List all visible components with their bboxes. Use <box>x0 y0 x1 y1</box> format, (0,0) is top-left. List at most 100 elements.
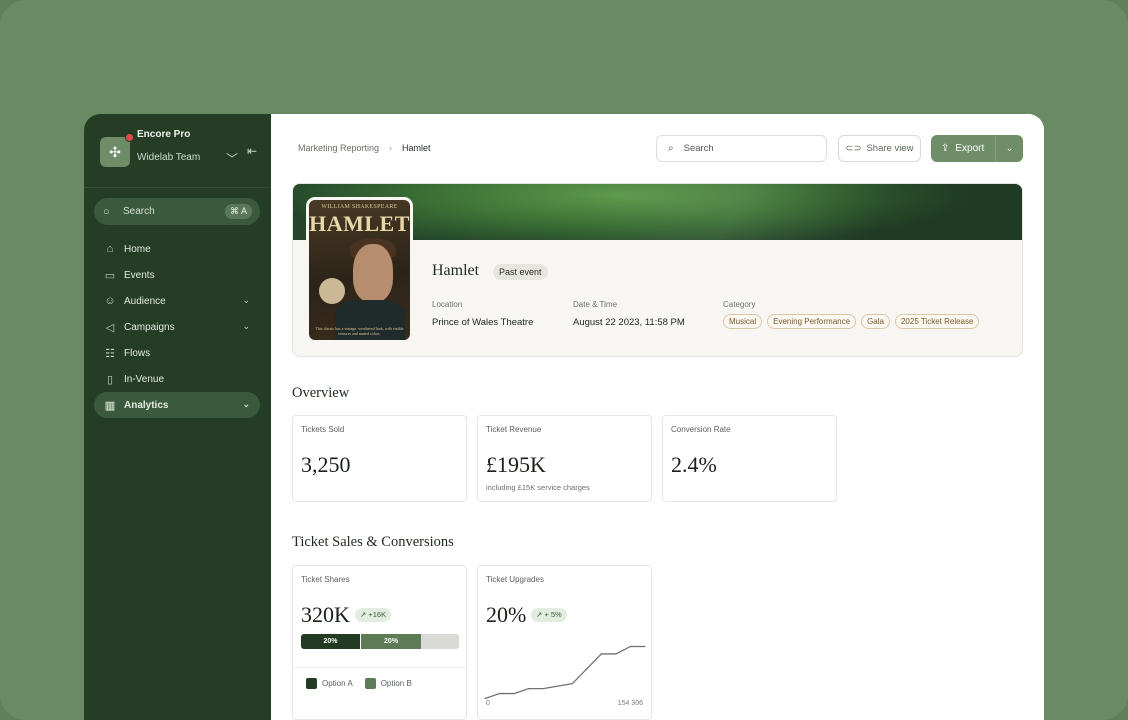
upload-icon: ⇪ <box>941 143 950 154</box>
data-point <box>629 645 632 648</box>
data-point <box>571 683 573 685</box>
sidebar-item-events[interactable]: ▭ Events <box>94 262 260 288</box>
sidebar-item-campaigns[interactable]: ◁ Campaigns ⌄ <box>94 314 260 340</box>
sidebar-item-in-venue[interactable]: ▯ In-Venue <box>94 366 260 392</box>
chevron-down-icon[interactable]: ⌄ <box>242 295 250 306</box>
export-label: Export <box>955 143 985 154</box>
sidebar-search-label: Search <box>123 206 155 217</box>
team-switcher[interactable]: ✣ Encore Pro Widelab Team ﹀ <box>100 128 260 168</box>
x-axis-end-label: 154 306 <box>617 700 643 707</box>
sidebar-item-label: Flows <box>124 347 151 359</box>
export-button[interactable]: ⇪ Export ⌄ <box>931 135 1023 162</box>
sidebar-item-flows[interactable]: ☷ Flows <box>94 340 260 366</box>
chart-icon: ▥ <box>104 399 116 412</box>
bar-segment-option-a: 20% <box>301 634 362 649</box>
chevron-down-icon[interactable]: ⌄ <box>996 143 1023 154</box>
export-main[interactable]: ⇪ Export <box>931 135 996 162</box>
legend-item: Option B <box>364 678 412 689</box>
calendar-icon: ▭ <box>104 269 116 282</box>
poster-tagline: This classic has a vintage, weathered lo… <box>315 326 404 336</box>
collapse-sidebar-icon[interactable]: ⇤ <box>247 144 257 158</box>
team-subtitle: Widelab Team <box>137 152 201 163</box>
category-tag[interactable]: Musical <box>723 314 763 329</box>
main-content: Marketing Reporting › Hamlet ⌕ Search ⊂⊃… <box>271 114 1044 720</box>
poster-figure-body <box>335 300 405 340</box>
chevron-right-icon: › <box>389 143 393 153</box>
background-frame: ✣ Encore Pro Widelab Team ﹀ ⇤ ○ Search ⌘… <box>0 0 1128 720</box>
poster-figure-face <box>353 244 393 302</box>
stat-value: 2.4% <box>671 452 717 477</box>
data-point <box>600 653 602 655</box>
shares-bar: 20% 20% <box>301 634 459 649</box>
ticket-shares-card: Ticket Shares 320K ↗ +16K 20% 20% Option… <box>292 565 467 720</box>
x-axis-start-label: 0 <box>486 700 490 707</box>
search-icon: ○ <box>103 205 110 218</box>
event-card: WILLIAM SHAKESPEARE HAMLET This classic … <box>292 183 1023 357</box>
data-point <box>513 692 515 695</box>
poster-author: WILLIAM SHAKESPEARE <box>321 204 398 210</box>
stat-label: Ticket Shares <box>301 575 350 584</box>
location-value: Prince of Wales Theatre <box>432 317 534 328</box>
chevron-down-icon[interactable]: ⌄ <box>242 399 250 410</box>
data-point <box>484 697 486 700</box>
category-tag[interactable]: 2025 Ticket Release <box>894 314 980 329</box>
stat-label: Ticket Upgrades <box>486 575 544 584</box>
category-tag[interactable]: Evening Performance <box>767 314 857 329</box>
share-view-button[interactable]: ⊂⊃ Share view <box>838 135 921 162</box>
chevron-down-icon[interactable]: ⌄ <box>242 321 250 332</box>
bar-segment-option-b: 20% <box>361 634 422 649</box>
breadcrumb: Marketing Reporting › Hamlet <box>298 143 431 153</box>
stat-subtext: including £15K service charges <box>486 483 590 492</box>
event-poster: WILLIAM SHAKESPEARE HAMLET This classic … <box>306 197 413 343</box>
legend-item: Option A <box>306 678 353 689</box>
chevron-down-icon[interactable]: ﹀ <box>226 150 238 167</box>
notification-dot <box>125 133 134 142</box>
sidebar-search[interactable]: ○ Search ⌘ A <box>94 198 260 225</box>
divider <box>84 187 271 188</box>
event-title: Hamlet <box>432 262 480 279</box>
legend-label: Option A <box>322 679 353 688</box>
category-tag[interactable]: Gala <box>861 314 890 329</box>
legend-swatch <box>306 678 317 689</box>
home-icon: ⌂ <box>106 243 114 255</box>
data-point <box>498 692 501 695</box>
sidebar-item-label: Analytics <box>124 399 169 411</box>
data-point <box>528 688 530 690</box>
search-placeholder: Search <box>683 143 714 154</box>
datetime-value: August 22 2023, 11:58 PM <box>573 317 685 328</box>
users-icon: ☺ <box>104 295 116 307</box>
category-label: Category <box>723 300 756 309</box>
poster-title: HAMLET <box>309 211 410 236</box>
ticket-upgrades-card: Ticket Upgrades 20% ↗ + 5% 0 154 306 <box>477 565 652 720</box>
sidebar: ✣ Encore Pro Widelab Team ﹀ ⇤ ○ Search ⌘… <box>84 114 271 720</box>
category-tags: Musical Evening Performance Gala 2025 Ti… <box>723 314 980 329</box>
series-line <box>484 645 645 700</box>
overview-heading: Overview <box>292 385 350 401</box>
data-point <box>557 685 559 687</box>
sidebar-item-audience[interactable]: ☺ Audience ⌄ <box>94 288 260 314</box>
sidebar-nav: ⌂ Home ▭ Events ☺ Audience ⌄ ◁ Campaigns… <box>94 236 260 418</box>
location-label: Location <box>432 300 463 309</box>
data-point <box>542 688 544 690</box>
sidebar-item-analytics[interactable]: ▥ Analytics ⌄ <box>94 392 260 418</box>
flow-icon: ☷ <box>105 347 115 360</box>
search-icon: ⌕ <box>668 143 674 154</box>
legend-label: Option B <box>380 679 412 688</box>
app-window: ✣ Encore Pro Widelab Team ﹀ ⇤ ○ Search ⌘… <box>84 114 1044 720</box>
stat-value: 3,250 <box>301 452 351 477</box>
team-logo-icon: ✣ <box>100 133 134 167</box>
data-point <box>615 653 617 655</box>
sidebar-item-label: Events <box>124 269 155 281</box>
link-icon: ⊂⊃ <box>845 143 862 154</box>
delta-badge: ↗ +16K <box>355 608 392 622</box>
sidebar-item-label: Audience <box>124 295 166 307</box>
search-input[interactable]: ⌕ Search <box>656 135 827 162</box>
sidebar-item-home[interactable]: ⌂ Home <box>94 236 260 262</box>
sidebar-item-label: Campaigns <box>124 321 175 333</box>
breadcrumb-current: Hamlet <box>402 143 431 153</box>
megaphone-icon: ◁ <box>105 321 115 334</box>
stat-value: 320K <box>301 602 350 627</box>
share-label: Share view <box>866 143 914 154</box>
stat-card-tickets-sold: Tickets Sold 3,250 <box>292 415 467 502</box>
breadcrumb-link[interactable]: Marketing Reporting <box>298 143 379 153</box>
